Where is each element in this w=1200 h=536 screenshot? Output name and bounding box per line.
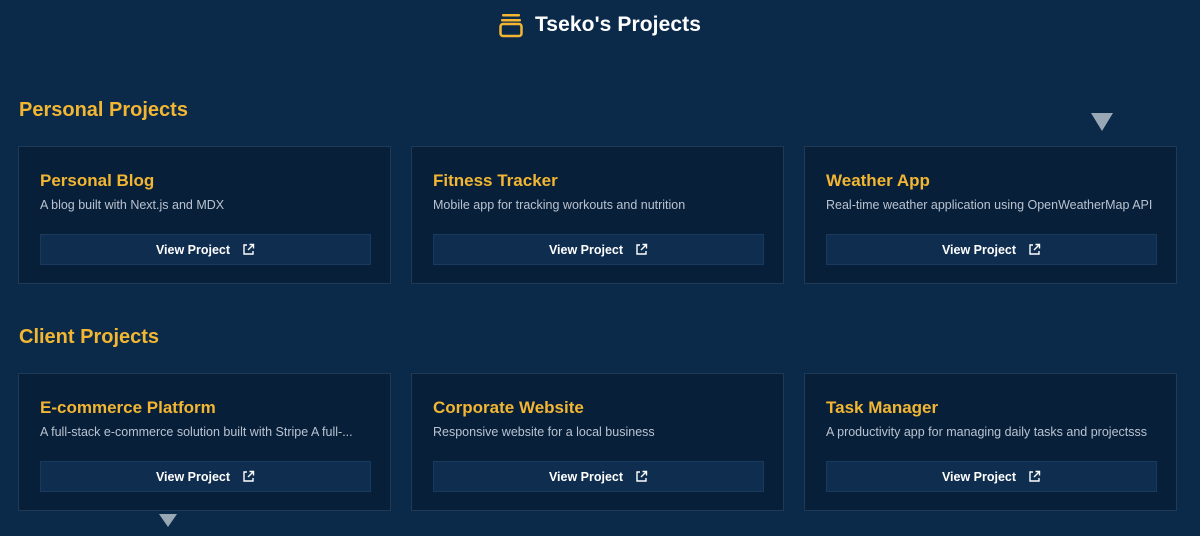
external-link-icon bbox=[242, 470, 255, 483]
project-description: A full-stack e-commerce solution built w… bbox=[40, 425, 353, 439]
external-link-icon bbox=[1028, 470, 1041, 483]
project-card-weather-app: Weather App Real-time weather applicatio… bbox=[804, 146, 1177, 284]
external-link-icon bbox=[1028, 243, 1041, 256]
project-description: A productivity app for managing daily ta… bbox=[826, 425, 1148, 439]
external-link-icon bbox=[635, 470, 648, 483]
project-card-personal-blog: Personal Blog A blog built with Next.js … bbox=[18, 146, 391, 284]
external-link-icon bbox=[242, 243, 255, 256]
view-project-button[interactable]: View Project bbox=[40, 234, 371, 265]
project-card-corporate-website: Corporate Website Responsive website for… bbox=[411, 373, 784, 511]
view-project-label: View Project bbox=[941, 242, 1017, 257]
stacked-boxes-icon bbox=[499, 12, 523, 38]
triangle-marker-icon bbox=[1091, 113, 1113, 131]
page-header: Tseko's Projects bbox=[0, 10, 1200, 40]
page-title: Tseko's Projects bbox=[534, 13, 702, 36]
personal-projects-grid: Personal Blog A blog built with Next.js … bbox=[18, 146, 1179, 284]
view-project-button[interactable]: View Project bbox=[40, 461, 371, 492]
view-project-button[interactable]: View Project bbox=[826, 461, 1157, 492]
project-card-task-manager: Task Manager A productivity app for mana… bbox=[804, 373, 1177, 511]
project-description: Real-time weather application using Open… bbox=[826, 198, 1153, 212]
project-description: Responsive website for a local business bbox=[433, 425, 655, 439]
view-project-label: View Project bbox=[155, 469, 231, 484]
project-title: Corporate Website bbox=[433, 398, 584, 417]
project-description: A blog built with Next.js and MDX bbox=[40, 198, 225, 212]
external-link-icon bbox=[635, 243, 648, 256]
section-title-personal: Personal Projects bbox=[19, 99, 188, 121]
project-title: Personal Blog bbox=[40, 171, 155, 190]
project-title: Fitness Tracker bbox=[433, 171, 558, 190]
project-card-fitness-tracker: Fitness Tracker Mobile app for tracking … bbox=[411, 146, 784, 284]
view-project-label: View Project bbox=[155, 242, 231, 257]
view-project-button[interactable]: View Project bbox=[826, 234, 1157, 265]
project-description: Mobile app for tracking workouts and nut… bbox=[433, 198, 686, 212]
view-project-label: View Project bbox=[548, 242, 624, 257]
project-title: Task Manager bbox=[826, 398, 939, 417]
triangle-marker-icon bbox=[159, 514, 177, 527]
view-project-button[interactable]: View Project bbox=[433, 461, 764, 492]
project-title: Weather App bbox=[826, 171, 930, 190]
project-title: E-commerce Platform bbox=[40, 398, 216, 417]
view-project-label: View Project bbox=[548, 469, 624, 484]
project-card-ecommerce-platform: E-commerce Platform A full-stack e-comme… bbox=[18, 373, 391, 511]
section-title-client: Client Projects bbox=[19, 326, 160, 348]
view-project-button[interactable]: View Project bbox=[433, 234, 764, 265]
view-project-label: View Project bbox=[941, 469, 1017, 484]
client-projects-grid: E-commerce Platform A full-stack e-comme… bbox=[18, 373, 1179, 511]
